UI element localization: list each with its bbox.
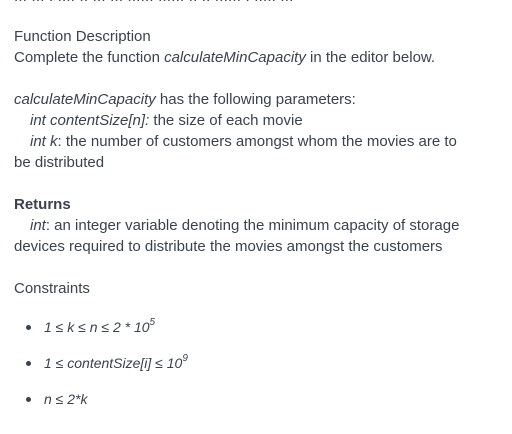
parameter-signature: int k (30, 133, 58, 150)
function-name: calculateMinCapacity (164, 49, 306, 66)
constraint-item: 1 ≤ contentSize[i] ≤ 109 (44, 353, 188, 373)
returns-heading: Returns (14, 196, 71, 213)
constraint-exponent: 9 (182, 353, 188, 365)
parameter-signature: int contentSize[n]: (30, 112, 150, 129)
constraint-text: n ≤ 2*k (44, 391, 88, 407)
bullet-icon (26, 361, 31, 366)
function-description-text: Complete the function calculateMinCapaci… (14, 47, 435, 68)
constraint-text: 1 ≤ k ≤ n ≤ 2 * 10 (44, 319, 150, 335)
returns-text: int: an integer variable denoting the mi… (14, 215, 459, 236)
returns-wrap: devices required to distribute the movie… (14, 238, 443, 255)
parameter-description: the size of each movie (149, 112, 303, 129)
return-description: : an integer variable denoting the minim… (45, 217, 460, 234)
constraint-item: n ≤ 2*k (44, 389, 87, 409)
parameters-intro: calculateMinCapacity has the following p… (14, 89, 356, 110)
parameter-k-wrap: be distributed (14, 154, 105, 171)
return-type: int (30, 217, 46, 234)
parameter-description: : the number of customers amongst whom t… (57, 133, 457, 150)
constraint-text: 1 ≤ contentSize[i] ≤ 10 (44, 355, 183, 371)
constraint-exponent: 5 (149, 317, 156, 329)
clipped-text-line: ... ... . .... .. ... ... ...... ...... … (14, 0, 294, 7)
parameter-content-size: int contentSize[n]: the size of each mov… (14, 110, 303, 131)
description-suffix: in the editor below. (305, 49, 436, 66)
description-prefix: Complete the function (14, 49, 165, 66)
constraints-heading: Constraints (14, 280, 90, 297)
parameter-k: int k: the number of customers amongst w… (14, 131, 457, 152)
bullet-icon (26, 397, 31, 402)
constraint-item: 1 ≤ k ≤ n ≤ 2 * 105 (44, 317, 155, 337)
parameters-intro-suffix: has the following parameters: (155, 91, 356, 108)
function-name: calculateMinCapacity (14, 91, 156, 108)
function-description-heading: Function Description (14, 28, 151, 45)
bullet-icon (26, 325, 31, 330)
